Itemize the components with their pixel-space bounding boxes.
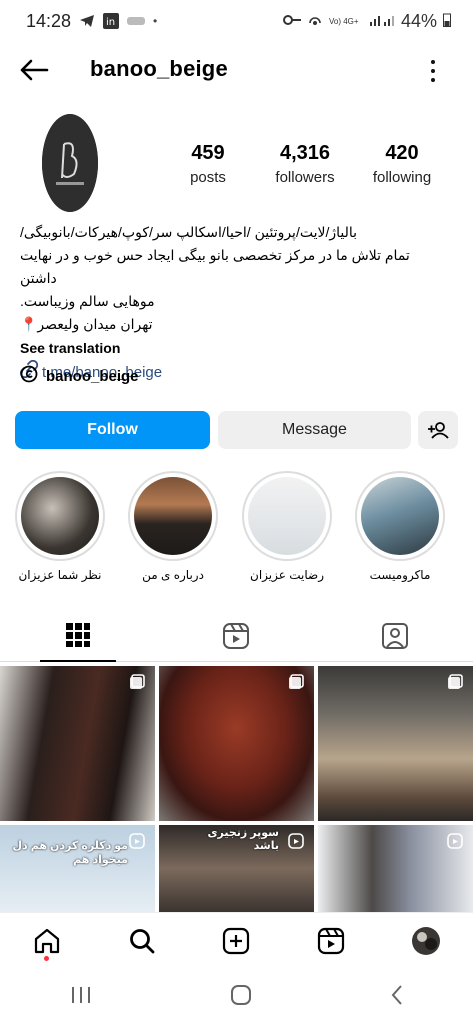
- threads-icon: [20, 365, 38, 387]
- bottom-navigation: [0, 912, 473, 968]
- more-notifications-icon: •: [153, 14, 158, 28]
- network-label: Vo) 4G+: [328, 16, 359, 26]
- posts-count: 459 posts: [160, 142, 256, 186]
- post-thumbnail[interactable]: [318, 825, 473, 912]
- following-count-value: 420: [385, 142, 419, 164]
- highlight-item[interactable]: رضایت عزیزان: [241, 471, 333, 582]
- signal-icon: [369, 13, 395, 30]
- highlight-item[interactable]: درباره ی من: [127, 471, 219, 582]
- threads-badge[interactable]: banoo_beige: [20, 365, 139, 387]
- telegram-icon: [79, 14, 95, 28]
- followers-count-label: followers: [275, 169, 335, 186]
- suggest-users-button[interactable]: [418, 411, 458, 449]
- reel-icon: [129, 833, 145, 849]
- back-arrow-icon[interactable]: [18, 56, 50, 84]
- add-post-icon: [223, 927, 250, 954]
- nav-home[interactable]: [25, 919, 69, 963]
- carousel-icon: [130, 674, 145, 689]
- key-icon: [282, 14, 301, 29]
- threads-handle: banoo_beige: [46, 367, 139, 385]
- highlight-item[interactable]: ماکرومیست: [354, 471, 446, 582]
- reels-icon: [317, 927, 345, 954]
- notification-dot: [44, 955, 50, 961]
- posts-count-label: posts: [190, 169, 226, 186]
- battery-icon: [443, 13, 451, 30]
- post-thumbnail[interactable]: مو دکلره کردن هم دل میخواد هم: [0, 825, 155, 912]
- reels-icon: [223, 623, 249, 649]
- post-thumbnail[interactable]: [159, 666, 314, 821]
- tab-posts-grid[interactable]: [40, 610, 116, 662]
- highlight-label: رضایت عزیزان: [250, 568, 324, 582]
- follow-button[interactable]: Follow: [15, 411, 210, 449]
- see-translation-link[interactable]: See translation: [20, 337, 440, 360]
- bio-line: موهایی سالم وزیباست.: [20, 293, 155, 309]
- message-button[interactable]: Message: [218, 411, 411, 449]
- following-count[interactable]: 420 following: [354, 142, 450, 186]
- highlight-label: درباره ی من: [142, 568, 204, 582]
- profile-stats: 459 posts 4,316 followers 420 following: [160, 142, 450, 186]
- story-highlights: نظر شما عزیزان درباره ی من رضایت عزیزان …: [0, 471, 473, 591]
- back-system-icon[interactable]: [389, 984, 405, 1011]
- post-overlay-text: سوپر زنجیری باشد: [207, 827, 279, 852]
- reel-icon: [288, 833, 304, 849]
- add-user-icon: [428, 422, 449, 439]
- tab-reels[interactable]: [198, 610, 274, 662]
- nav-create[interactable]: [214, 919, 258, 963]
- profile-tabs: [0, 610, 473, 662]
- grid-icon: [66, 623, 90, 647]
- nav-reels[interactable]: [309, 919, 353, 963]
- carousel-icon: [289, 674, 304, 689]
- post-thumbnail[interactable]: [318, 666, 473, 821]
- carousel-icon: [448, 674, 463, 689]
- system-navigation: [0, 970, 473, 1024]
- profile-avatar[interactable]: [42, 114, 98, 212]
- recent-apps-icon[interactable]: [69, 985, 93, 1010]
- status-time: 14:28: [26, 10, 72, 31]
- followers-count-value: 4,316: [279, 142, 331, 164]
- bio-line: بالیاژ/لایت/پروتئین /احیا/اسکالپ سر/کوپ/…: [20, 224, 358, 240]
- battery-level: 44%: [400, 10, 437, 31]
- highlight-label: ماکرومیست: [369, 568, 431, 582]
- home-system-icon[interactable]: [230, 984, 252, 1011]
- svg-text:in: in: [106, 17, 115, 28]
- tagged-icon: [382, 623, 408, 649]
- reel-icon: [447, 833, 463, 849]
- bio-line: تمام تلاش ما در مرکز تخصصی بانو بیگی ایج…: [20, 247, 410, 286]
- nav-search[interactable]: [120, 919, 164, 963]
- highlight-label: نظر شما عزیزان: [18, 568, 102, 582]
- more-options-icon[interactable]: [424, 58, 442, 84]
- app-notification-icon: [127, 15, 146, 27]
- post-overlay-text: مو دکلره کردن هم دل میخواد هم: [12, 840, 128, 866]
- post-thumbnail[interactable]: سوپر زنجیری باشد: [159, 825, 314, 912]
- profile-bio: بالیاژ/لایت/پروتئین /احیا/اسکالپ سر/کوپ/…: [19, 221, 440, 385]
- profile-avatar-icon: [411, 926, 440, 955]
- highlight-item[interactable]: نظر شما عزیزان: [14, 471, 106, 582]
- profile-header: banoo_beige: [0, 46, 473, 94]
- posts-count-value: 459: [191, 142, 225, 164]
- nav-profile[interactable]: [404, 919, 448, 963]
- home-icon: [35, 928, 60, 953]
- status-bar: 14:28 in • Vo) 4G+ 44%: [0, 0, 473, 42]
- post-thumbnail[interactable]: [0, 666, 155, 821]
- search-icon: [129, 928, 155, 953]
- following-count-label: following: [372, 169, 432, 186]
- tab-tagged[interactable]: [357, 610, 433, 662]
- posts-grid: مو دکلره کردن هم دل میخواد هم سوپر زنجیر…: [0, 666, 473, 912]
- linkedin-icon: in: [103, 13, 120, 29]
- bio-line: تهران میدان ولیعصر📍: [20, 316, 153, 332]
- followers-count[interactable]: 4,316 followers: [257, 142, 353, 186]
- page-title: banoo_beige: [90, 56, 228, 81]
- hotspot-icon: [307, 13, 323, 30]
